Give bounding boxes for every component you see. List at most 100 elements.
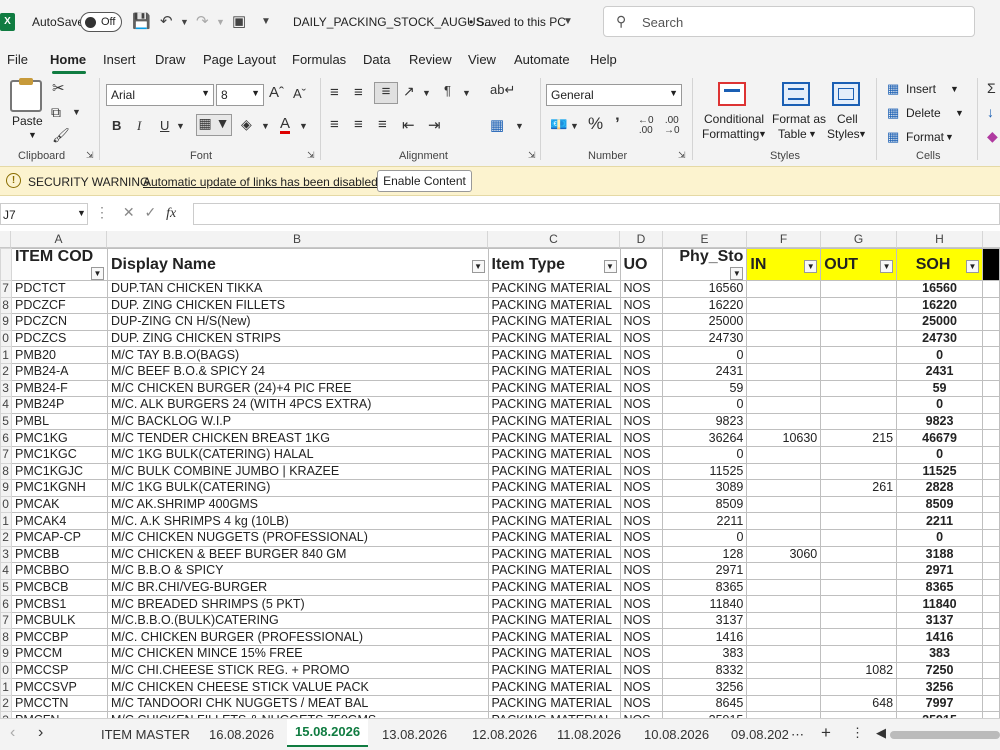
cell-phy-stock[interactable]: 383 bbox=[662, 645, 748, 663]
conditional-formatting-dropdown-icon[interactable]: ▼ bbox=[758, 129, 767, 139]
font-color-dropdown-icon[interactable]: ▼ bbox=[299, 121, 308, 131]
cell-phy-stock[interactable]: 0 bbox=[662, 396, 748, 414]
filter-dropdown-icon[interactable]: ▼ bbox=[965, 259, 979, 273]
cell-soh[interactable]: 11525 bbox=[896, 462, 983, 481]
cell-soh[interactable]: 24730 bbox=[896, 329, 983, 348]
cell-soh[interactable]: 2431 bbox=[896, 362, 983, 381]
cell-empty[interactable] bbox=[981, 296, 1000, 315]
cell-empty[interactable] bbox=[981, 479, 1000, 497]
cell-item-code[interactable]: PMC1KGJC bbox=[10, 462, 108, 481]
cell-out[interactable] bbox=[820, 396, 898, 414]
cell-uom[interactable]: NOS bbox=[619, 628, 664, 647]
cell-phy-stock[interactable]: 25000 bbox=[662, 313, 748, 331]
cell-item-type[interactable]: PACKING MATERIAL bbox=[487, 396, 621, 414]
cell-empty[interactable] bbox=[981, 528, 1000, 547]
cell-empty[interactable] bbox=[981, 362, 1000, 381]
cell-uom[interactable]: NOS bbox=[619, 379, 664, 398]
number-launcher-icon[interactable]: ⇲ bbox=[678, 150, 686, 161]
cell-soh[interactable]: 7250 bbox=[896, 661, 983, 680]
bold-icon[interactable]: B bbox=[112, 118, 121, 133]
sheet-tab[interactable]: 12.08.2026 bbox=[472, 727, 537, 742]
cell-item-code[interactable]: PMCCM bbox=[10, 645, 108, 663]
row-number[interactable] bbox=[0, 248, 12, 281]
cell-in[interactable] bbox=[746, 313, 822, 331]
sheet-tab-active[interactable]: 15.08.2026 bbox=[287, 719, 369, 747]
cell-soh[interactable]: 2971 bbox=[896, 562, 983, 580]
cell-display-name[interactable]: DUP. ZING CHICKEN STRIPS bbox=[106, 329, 489, 348]
cell-empty[interactable] bbox=[981, 462, 1000, 481]
header-cell-phy-stock[interactable]: Phy_Sto ▼ bbox=[662, 248, 748, 281]
cell-out[interactable] bbox=[820, 578, 898, 597]
cell-soh[interactable]: 0 bbox=[896, 346, 983, 364]
header-cell-item-type[interactable]: Item Type ▼ bbox=[487, 248, 621, 281]
row-number[interactable]: 3 bbox=[0, 545, 12, 564]
cell-display-name[interactable]: DUP. ZING CHICKEN FILLETS bbox=[106, 296, 489, 315]
cell-styles-label-1[interactable]: Cell bbox=[837, 112, 858, 126]
column-header-h[interactable]: H bbox=[897, 231, 983, 248]
increase-decimal-icon[interactable]: ←0.00 bbox=[638, 116, 654, 136]
cell-in[interactable] bbox=[746, 445, 822, 464]
clipboard-launcher-icon[interactable]: ⇲ bbox=[86, 150, 94, 161]
cell-item-code[interactable]: PMCBCB bbox=[10, 578, 108, 597]
cell-soh[interactable]: 25000 bbox=[896, 313, 983, 331]
font-launcher-icon[interactable]: ⇲ bbox=[307, 150, 315, 161]
tab-data[interactable]: Data bbox=[363, 52, 390, 67]
cell-in[interactable]: 3060 bbox=[746, 545, 822, 564]
cell-in[interactable] bbox=[746, 379, 822, 398]
row-number[interactable]: 9 bbox=[0, 313, 12, 331]
delete-cells-label[interactable]: Delete bbox=[906, 106, 941, 120]
cell-out[interactable] bbox=[820, 678, 898, 696]
cell-phy-stock[interactable]: 0 bbox=[662, 528, 748, 547]
align-center-icon[interactable]: ≡ bbox=[354, 116, 363, 133]
insert-function-icon[interactable]: fx bbox=[166, 206, 176, 221]
cell-soh[interactable]: 16560 bbox=[896, 280, 983, 298]
search-box[interactable]: ⚲ Search bbox=[603, 6, 975, 37]
cell-out[interactable] bbox=[820, 545, 898, 564]
row-number[interactable]: 5 bbox=[0, 578, 12, 597]
copy-dropdown-icon[interactable]: ▼ bbox=[72, 107, 81, 117]
tab-home[interactable]: Home bbox=[50, 52, 86, 67]
enter-icon[interactable]: ✓ bbox=[145, 204, 157, 220]
cell-display-name[interactable]: M/C B.B.O & SPICY bbox=[106, 562, 489, 580]
column-header-a[interactable]: A bbox=[11, 231, 107, 248]
cell-uom[interactable]: NOS bbox=[619, 429, 664, 447]
sheet-tab[interactable]: 16.08.2026 bbox=[209, 727, 274, 742]
cell-item-code[interactable]: PMB24-A bbox=[10, 362, 108, 381]
cell-display-name[interactable]: M/C. CHICKEN BURGER (PROFESSIONAL) bbox=[106, 628, 489, 647]
cell-empty[interactable] bbox=[981, 645, 1000, 663]
wrap-text-icon[interactable]: ab↵ bbox=[490, 82, 515, 98]
italic-icon[interactable]: I bbox=[137, 118, 141, 134]
cell-item-type[interactable]: PACKING MATERIAL bbox=[487, 296, 621, 315]
add-sheet-icon[interactable]: + bbox=[821, 723, 831, 743]
cell-soh[interactable]: 11840 bbox=[896, 595, 983, 613]
align-right-icon[interactable]: ≡ bbox=[378, 116, 387, 133]
more-sheets-icon[interactable]: ⋯ bbox=[791, 727, 804, 743]
cell-uom[interactable]: NOS bbox=[619, 694, 664, 713]
cell-out[interactable] bbox=[820, 462, 898, 481]
row-number[interactable]: 7 bbox=[0, 445, 12, 464]
cell-phy-stock[interactable]: 8645 bbox=[662, 694, 748, 713]
fill-icon[interactable]: ↓ bbox=[987, 104, 994, 120]
cell-soh[interactable]: 7997 bbox=[896, 694, 983, 713]
cell-out[interactable] bbox=[820, 346, 898, 364]
cell-phy-stock[interactable]: 36264 bbox=[662, 429, 748, 447]
sheet-tab[interactable]: ITEM MASTER bbox=[101, 727, 190, 742]
cell-styles-dropdown-icon[interactable]: ▼ bbox=[858, 129, 867, 139]
cell-item-type[interactable]: PACKING MATERIAL bbox=[487, 578, 621, 597]
font-name-combo[interactable]: Arial ▼ bbox=[106, 84, 214, 106]
decrease-indent-icon[interactable]: ⇤ bbox=[402, 116, 415, 134]
cell-display-name[interactable]: M/C TANDOORI CHK NUGGETS / MEAT BAL bbox=[106, 694, 489, 713]
cell-item-type[interactable]: PACKING MATERIAL bbox=[487, 280, 621, 298]
cell-display-name[interactable]: M/C BEEF B.O.& SPICY 24 bbox=[106, 362, 489, 381]
tab-file[interactable]: File bbox=[7, 52, 28, 67]
cell-item-code[interactable]: PDCZCF bbox=[10, 296, 108, 315]
align-middle-icon[interactable]: ≡ bbox=[354, 84, 363, 101]
column-header-f[interactable]: F bbox=[747, 231, 821, 248]
cell-phy-stock[interactable]: 2971 bbox=[662, 562, 748, 580]
cell-item-code[interactable]: PMCBB bbox=[10, 545, 108, 564]
cell-item-type[interactable]: PACKING MATERIAL bbox=[487, 429, 621, 447]
cell-phy-stock[interactable]: 3137 bbox=[662, 611, 748, 630]
delete-cells-icon[interactable]: ▦ bbox=[887, 105, 899, 121]
cell-phy-stock[interactable]: 128 bbox=[662, 545, 748, 564]
cell-display-name[interactable]: M/C TENDER CHICKEN BREAST 1KG bbox=[106, 429, 489, 447]
